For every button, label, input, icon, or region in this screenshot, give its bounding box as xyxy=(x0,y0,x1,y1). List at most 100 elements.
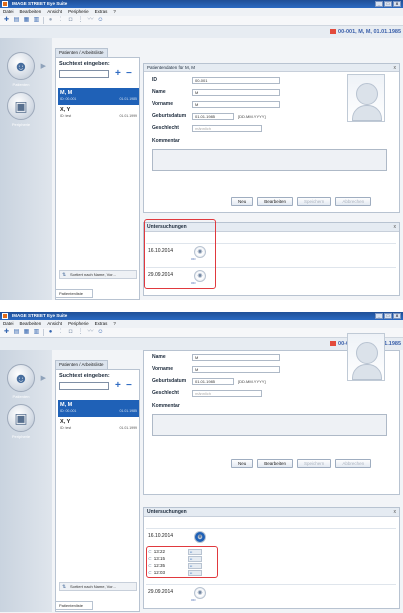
name-field[interactable]: M xyxy=(192,89,280,96)
details-header: Patientendaten für M, M xyxy=(144,64,399,72)
exam-sub-item[interactable]: ⊂ 13:22 ▪▪ xyxy=(148,549,218,555)
menu-help[interactable]: ? xyxy=(113,8,116,16)
device-icon[interactable]: ◘ xyxy=(67,17,74,24)
close-window-button[interactable]: X xyxy=(393,313,401,319)
remove-patient-button[interactable]: − xyxy=(126,380,132,391)
list-icon[interactable]: ▤ xyxy=(13,17,20,24)
list-icon[interactable]: ▤ xyxy=(13,329,20,336)
neu-button[interactable]: Neu xyxy=(231,459,254,468)
avatar-body xyxy=(352,105,382,121)
exam-sub-item[interactable]: ⊂ 12:35 ▪▪ xyxy=(148,563,218,569)
avatar-head xyxy=(356,83,378,105)
list-item[interactable]: M, M ID: 00-001 01.01.1985 xyxy=(58,88,139,105)
exam-row[interactable]: 29.09.2014 ◉ OD xyxy=(146,584,396,602)
grid-small-icon[interactable]: ⁚ xyxy=(57,329,64,336)
new-patient-icon[interactable]: ✚ xyxy=(3,17,10,24)
record-icon[interactable]: ● xyxy=(47,17,54,24)
bearbeiten-button[interactable]: Bearbeiten xyxy=(257,197,294,206)
eye-icon[interactable]: ◉ xyxy=(194,531,206,543)
exam-row[interactable]: 29.09.2014 ◉ OD xyxy=(146,267,396,285)
menu-extras[interactable]: Extras xyxy=(95,8,108,16)
kommentar-field[interactable] xyxy=(152,414,387,436)
nav-item-patienten[interactable]: ☻ ▶ Patienten xyxy=(4,52,46,87)
field-label-geschlecht: Geschlecht xyxy=(152,125,179,131)
exam-sub-item[interactable]: ⊂ 13:15 ▪▪ xyxy=(148,556,218,562)
abbrechen-button[interactable]: Abbrechen xyxy=(335,459,372,468)
maximize-button[interactable]: □ xyxy=(384,1,392,7)
close-window-button[interactable]: X xyxy=(393,1,401,7)
exam-row[interactable]: 16.10.2014 ◉ xyxy=(146,528,396,545)
untersuchungen-panel: Untersuchungen x 16.10.2014 ◉ OD 29.09.2… xyxy=(143,222,400,296)
neu-button[interactable]: Neu xyxy=(231,197,254,206)
geschlecht-select[interactable]: männlich xyxy=(192,390,262,397)
nav-item-patienten[interactable]: ☻ ▶ Patienten xyxy=(4,364,46,399)
eye-tag: OD xyxy=(191,281,196,285)
minimize-button[interactable]: _ xyxy=(375,313,383,319)
search-input[interactable] xyxy=(59,70,109,78)
vorname-field[interactable]: M xyxy=(192,101,280,108)
tab-patienten-arbeitsliste[interactable]: Patienten / Arbeitsliste xyxy=(55,360,108,369)
record-icon[interactable]: ● xyxy=(47,329,54,336)
close-icon[interactable]: x xyxy=(394,64,397,72)
users-icon[interactable]: ☺ xyxy=(97,329,104,336)
kommentar-field[interactable] xyxy=(152,149,387,171)
menu-extras[interactable]: Extras xyxy=(95,320,108,328)
tab-patientenliste[interactable]: Patientenliste xyxy=(55,289,93,298)
grid-icon[interactable]: ▦ xyxy=(23,329,30,336)
tab-patienten-arbeitsliste[interactable]: Patienten / Arbeitsliste xyxy=(55,48,108,57)
flag-icon xyxy=(330,341,337,347)
menu-datei[interactable]: Datei xyxy=(3,8,14,16)
abbrechen-button[interactable]: Abbrechen xyxy=(335,197,372,206)
bearbeiten-button[interactable]: Bearbeiten xyxy=(257,459,294,468)
device-icon[interactable]: ◘ xyxy=(67,329,74,336)
remove-patient-button[interactable]: − xyxy=(126,68,132,79)
geburtsdatum-field[interactable]: 01.01.1985 xyxy=(192,378,234,385)
list-item[interactable]: M, M ID: 00-001 01.01.1985 xyxy=(58,400,139,417)
search-input[interactable] xyxy=(59,382,109,390)
geburtsdatum-field[interactable]: 01.01.1985 xyxy=(192,113,234,120)
menu-bearbeiten[interactable]: Bearbeiten xyxy=(20,8,42,16)
sort-button[interactable]: ⇅ Sortiert nach Name, Vor... xyxy=(59,582,137,591)
add-patient-button[interactable]: + xyxy=(115,380,121,391)
chart-icon[interactable]: ▥ xyxy=(33,17,40,24)
menu-help[interactable]: ? xyxy=(113,320,116,328)
exam-time: 13:22 xyxy=(153,549,166,554)
minimize-button[interactable]: _ xyxy=(375,1,383,7)
menu-peripherie[interactable]: Peripherie xyxy=(68,320,89,328)
nav-item-peripherie[interactable]: ▣ Peripherie xyxy=(4,404,38,439)
sort-button[interactable]: ⇅ Sortiert nach Name, Vor... xyxy=(59,270,137,279)
list-item[interactable]: X, Y ID: test 01.01.1999 xyxy=(58,417,139,434)
close-icon[interactable]: x xyxy=(394,508,397,517)
tab-patientenliste[interactable]: Patientenliste xyxy=(55,601,93,610)
menu-peripherie[interactable]: Peripherie xyxy=(68,8,89,16)
menu-datei[interactable]: Datei xyxy=(3,320,14,328)
exam-sub-item[interactable]: ⊂ 12:03 ▪▪ xyxy=(148,570,218,576)
grid-small-icon[interactable]: ⁚ xyxy=(57,17,64,24)
patient-id-display: 00-001, M, M, 01.01.1985 xyxy=(330,28,401,36)
chart-icon[interactable]: ▥ xyxy=(33,329,40,336)
split-icon[interactable]: ⋮ xyxy=(77,17,84,24)
close-icon[interactable]: x xyxy=(394,223,397,232)
menu-bearbeiten[interactable]: Bearbeiten xyxy=(20,320,42,328)
speichern-button[interactable]: Speichern xyxy=(297,459,332,468)
curve-icon[interactable]: 〰 xyxy=(87,17,94,24)
new-patient-icon[interactable]: ✚ xyxy=(3,329,10,336)
exam-row[interactable]: 16.10.2014 ◉ OD xyxy=(146,243,396,261)
users-icon[interactable]: ☺ xyxy=(97,17,104,24)
add-patient-button[interactable]: + xyxy=(115,68,121,79)
menu-ansicht[interactable]: Ansicht xyxy=(47,320,62,328)
name-field[interactable]: M xyxy=(192,354,280,361)
split-icon[interactable]: ⋮ xyxy=(77,329,84,336)
grid-icon[interactable]: ▦ xyxy=(23,17,30,24)
id-field[interactable]: 00-001 xyxy=(192,77,280,84)
list-item[interactable]: X, Y ID: test 01.01.1999 xyxy=(58,105,139,122)
speichern-button[interactable]: Speichern xyxy=(297,197,332,206)
curve-icon[interactable]: 〰 xyxy=(87,329,94,336)
vorname-field[interactable]: M xyxy=(192,366,280,373)
patient-name: X, Y xyxy=(60,419,71,425)
link-icon: ⊂ xyxy=(148,556,152,561)
maximize-button[interactable]: □ xyxy=(384,313,392,319)
nav-item-peripherie[interactable]: ▣ Peripherie xyxy=(4,92,38,127)
menu-ansicht[interactable]: Ansicht xyxy=(47,8,62,16)
geschlecht-select[interactable]: männlich xyxy=(192,125,262,132)
